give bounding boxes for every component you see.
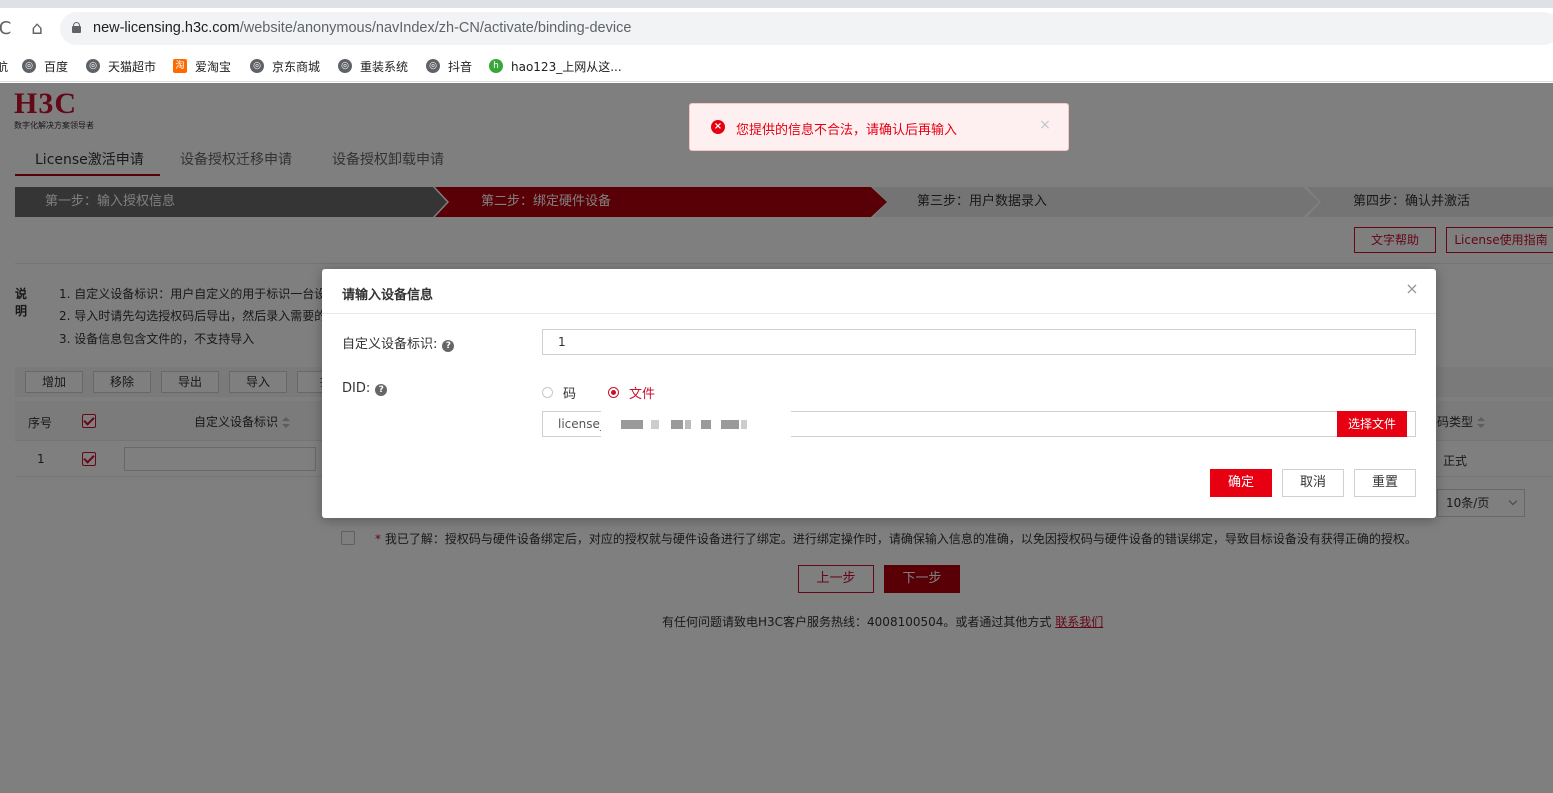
reload-icon[interactable]: C [0,18,16,40]
cancel-button[interactable]: 取消 [1282,469,1344,497]
device-info-dialog: 请输入设备信息 × 自定义设备标识:? 1 DID:? 码 文件 license… [322,269,1436,518]
custom-id-label: 自定义设备标识:? [342,333,455,352]
bookmark-partial[interactable]: 航 [0,57,8,75]
error-icon: × [711,120,725,134]
toast-close-icon[interactable]: × [1036,116,1054,134]
globe-icon: ◎ [250,59,264,73]
choose-file-button[interactable]: 选择文件 [1337,411,1407,437]
error-toast: × 您提供的信息不合法，请确认后再输入 × [689,103,1069,151]
bookmark-aitaobao[interactable]: 淘爱淘宝 [173,57,231,75]
lock-icon[interactable] [72,22,81,33]
bookmark-jd[interactable]: ◎ 京东商城 [250,57,320,75]
error-message: 您提供的信息不合法，请确认后再输入 [736,123,958,138]
redacted-filename [601,410,791,438]
globe-icon: ◎ [426,59,440,73]
globe-icon: ◎ [22,59,36,73]
file-path-field[interactable]: license_ [542,410,1416,438]
dialog-title: 请输入设备信息 [342,288,434,303]
hao123-icon: h [489,59,503,73]
radio-code[interactable]: 码 [542,383,576,402]
bookmark-baidu[interactable]: ◎ 百度 [22,57,68,75]
url-field[interactable]: new-licensing.h3c.com/website/anonymous/… [60,12,1553,45]
bookmarks-bar: 航 ◎ 百度 ◎ 天猫超市 淘爱淘宝 ◎ 京东商城 ◎ 重装系统 ◎ 抖音 h hao123… [0,50,1553,82]
bookmark-hao123[interactable]: h hao123_上网从这... [489,57,622,75]
confirm-button[interactable]: 确定 [1210,469,1272,497]
globe-icon: ◎ [338,59,352,73]
did-label: DID:? [342,381,388,396]
reset-button[interactable]: 重置 [1354,469,1416,497]
globe-icon: ◎ [86,59,100,73]
browser-address-bar: C ⌂ new-licensing.h3c.com/website/anonym… [0,8,1553,50]
browser-tab-strip [0,0,1553,8]
bookmark-reinstall[interactable]: ◎ 重装系统 [338,57,408,75]
help-icon[interactable]: ? [375,384,388,396]
bookmark-douyin[interactable]: ◎ 抖音 [426,57,472,75]
home-icon[interactable]: ⌂ [26,18,48,40]
custom-id-field[interactable]: 1 [542,329,1416,355]
url-text[interactable]: new-licensing.h3c.com/website/anonymous/… [93,20,631,36]
bookmark-tmall[interactable]: ◎ 天猫超市 [86,57,156,75]
radio-file[interactable]: 文件 [608,383,655,402]
help-icon[interactable]: ? [442,340,455,352]
taobao-icon: 淘 [173,59,187,73]
close-icon[interactable]: × [1402,279,1422,299]
